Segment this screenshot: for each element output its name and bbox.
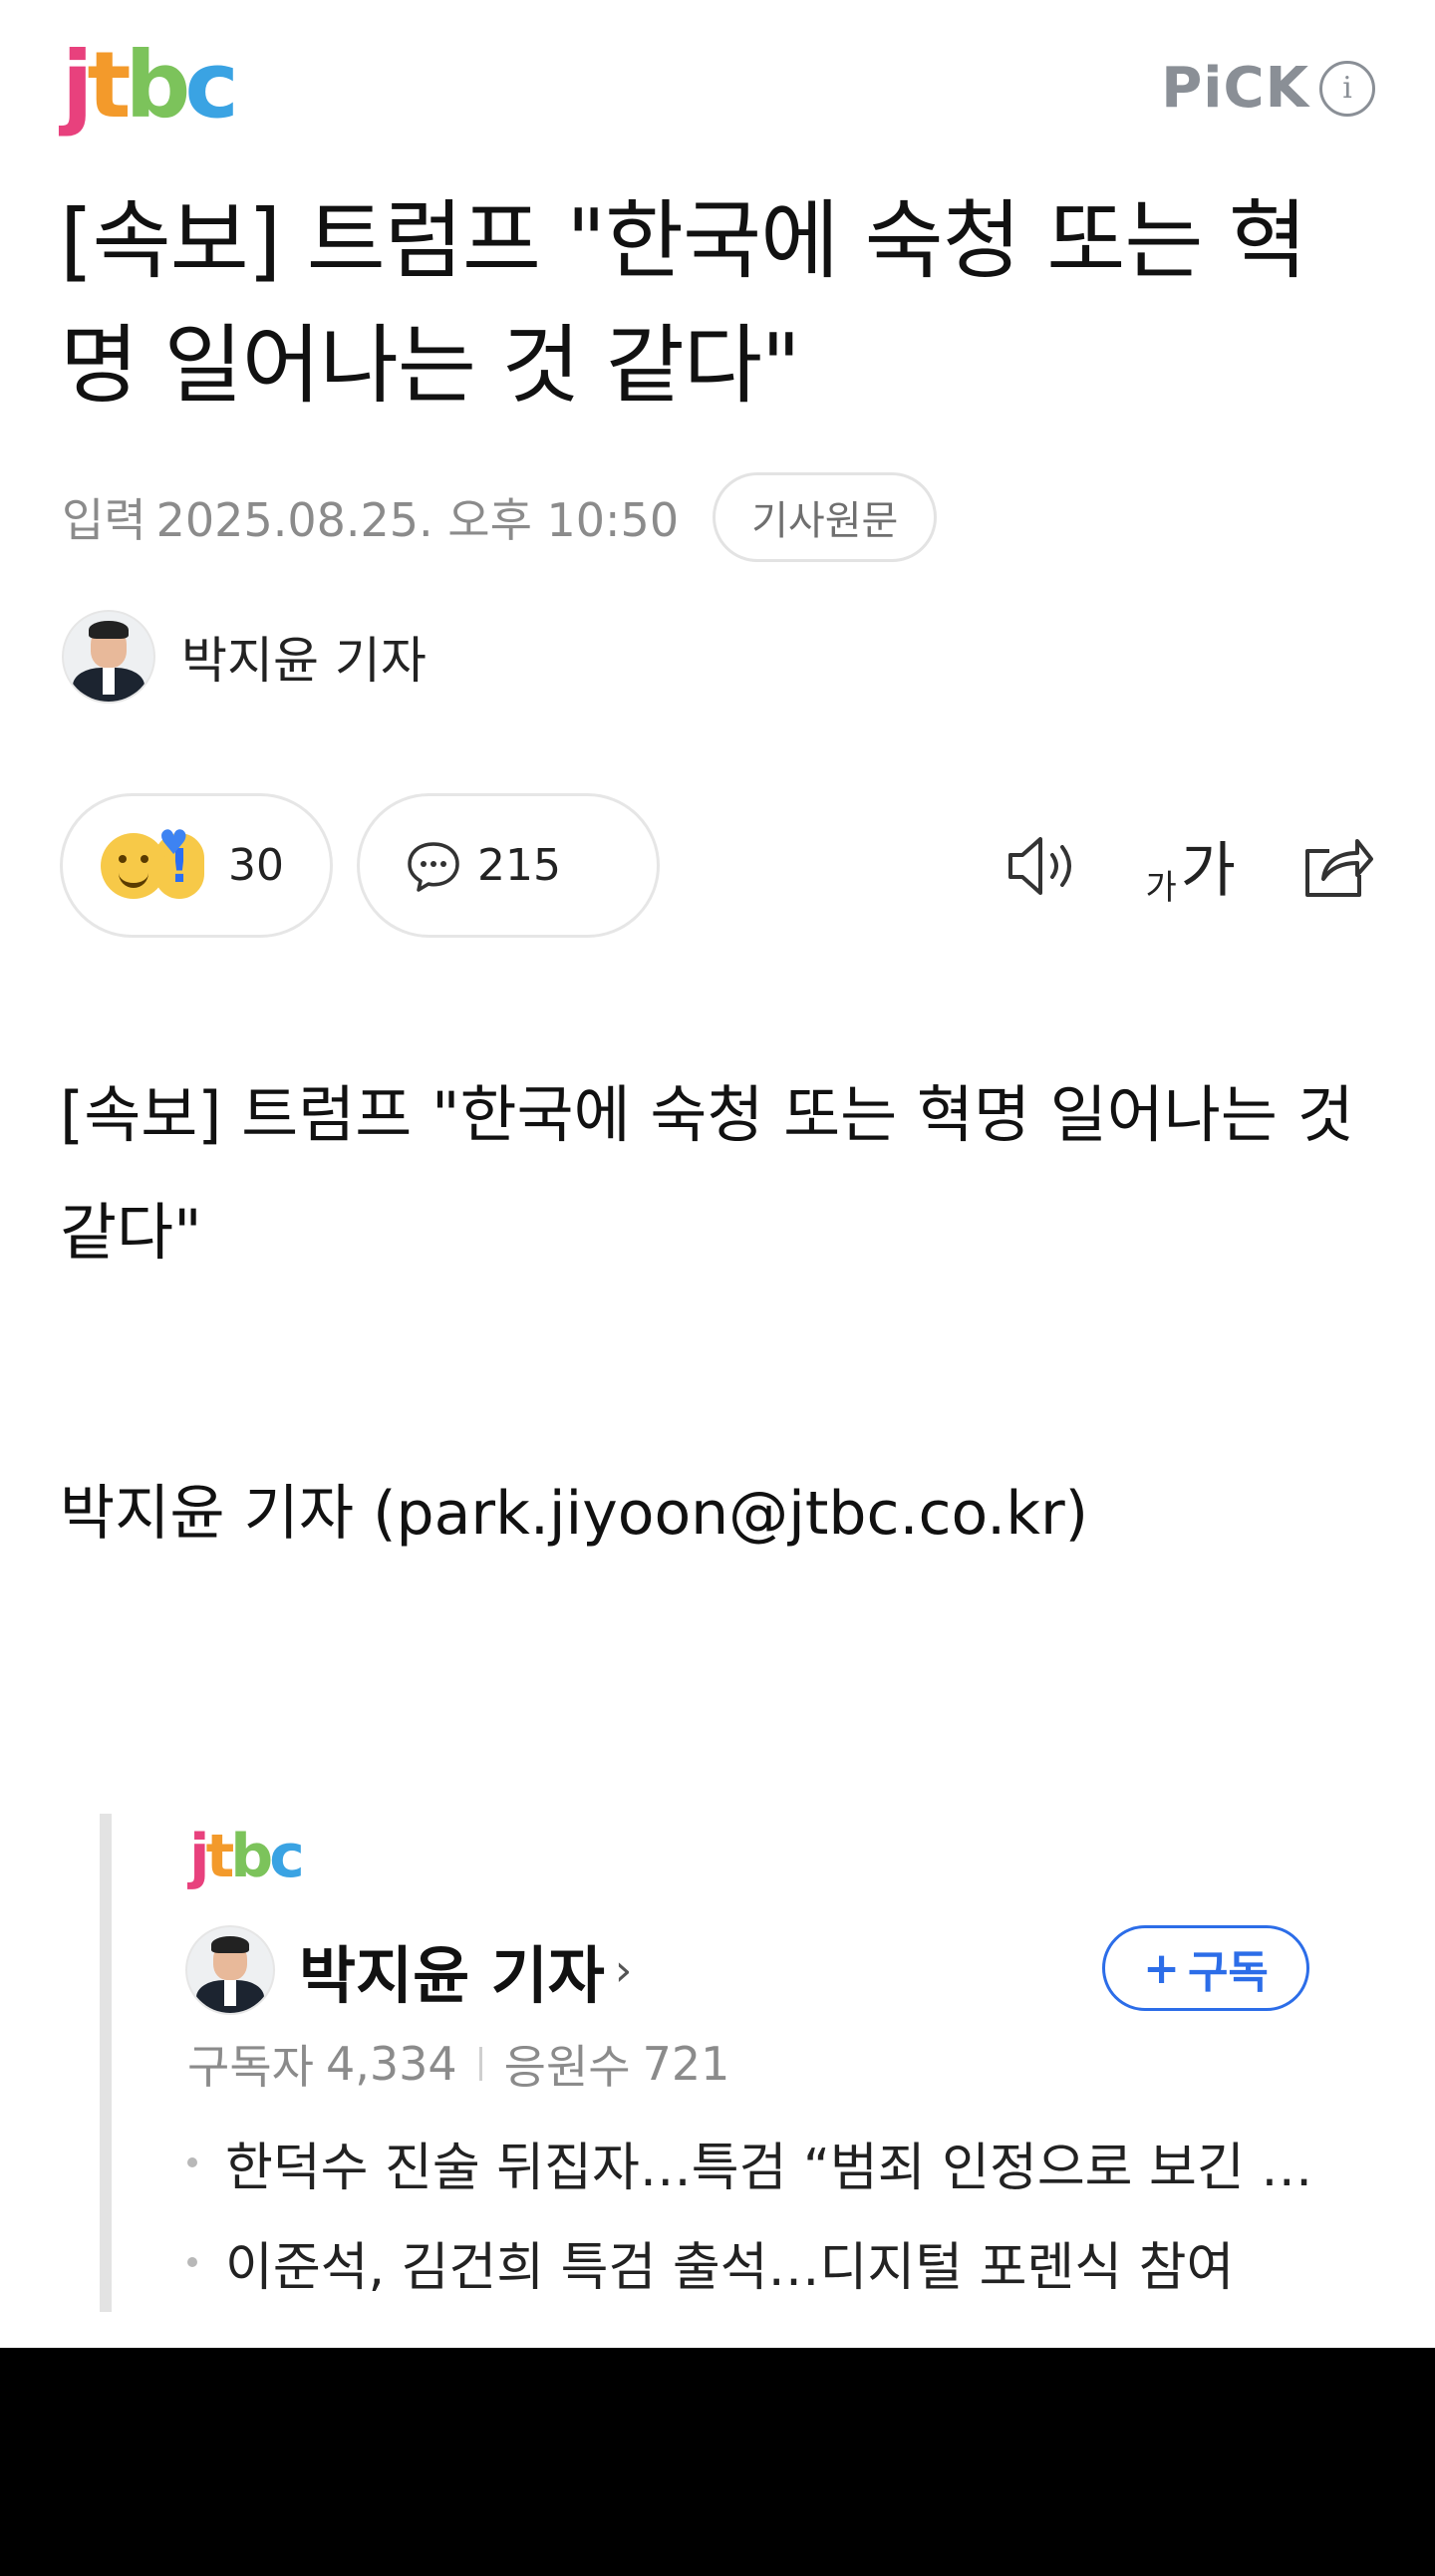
font-size-small-label: 가: [1145, 868, 1177, 908]
article-headline: [속보] 트럼프 "한국에 숙청 또는 혁명 일어나는 것 같다": [60, 191, 1307, 416]
logo-letter-t: t: [87, 32, 132, 139]
smile-emoji-icon: [101, 832, 166, 899]
card-logo-letter-j: j: [189, 1822, 209, 1891]
share-icon: [1305, 838, 1373, 897]
publish-date: 2025.08.25. 오후 10:50: [155, 493, 680, 547]
font-size-button[interactable]: 가 가: [1146, 822, 1236, 909]
article-meta: 입력 2025.08.25. 오후 10:50 기사원문: [62, 472, 938, 562]
cheers-label: 응원수: [503, 2040, 631, 2094]
reporter-stats: 구독자 4,334 응원수 721: [187, 2031, 729, 2097]
share-button[interactable]: [1299, 831, 1375, 901]
list-item[interactable]: 한덕수 진술 뒤집자…특검 “범죄 인정으로 보긴 모...: [187, 2113, 1343, 2212]
article-link-text: 이준석, 김건희 특검 출석…디지털 포렌식 참여: [225, 2237, 1235, 2298]
reporter-avatar: [62, 610, 155, 704]
card-logo-letter-c: c: [269, 1822, 305, 1891]
chevron-right-icon: ›: [614, 1944, 633, 1996]
list-item[interactable]: 이준석, 김건희 특검 출석…디지털 포렌식 참여: [187, 2212, 1343, 2312]
pick-badge[interactable]: PiCK i: [1161, 56, 1375, 121]
subscribers-count: 4,334: [325, 2037, 457, 2091]
reaction-count: 30: [228, 840, 284, 891]
font-size-large-label: 가: [1180, 836, 1236, 906]
logo-letter-b: b: [125, 32, 191, 139]
comment-count: 215: [477, 840, 561, 891]
text-to-speech-button[interactable]: [1003, 831, 1082, 901]
bullet-icon: [187, 2257, 197, 2267]
card-reporter-link[interactable]: 박지윤 기자 ›: [185, 1925, 632, 2015]
reporter-subscription-card: j t b c 박지윤 기자 › + 구독 구독자 4,334 응원수 721: [100, 1814, 1343, 2312]
article-tools: 가 가: [1003, 793, 1375, 938]
card-reporter-name: 박지윤 기자: [299, 1939, 605, 2012]
speaker-icon: [1007, 836, 1071, 895]
subscribers-label: 구독자: [187, 2040, 314, 2094]
article-page: j t b c PiCK i [속보] 트럼프 "한국에 숙청 또는 혁명 일어…: [0, 0, 1435, 2348]
reporter-article-list: 한덕수 진술 뒤집자…특검 “범죄 인정으로 보긴 모... 이준석, 김건희 …: [187, 2113, 1343, 2312]
comment-icon: [408, 841, 459, 892]
subscribe-button[interactable]: + 구독: [1102, 1925, 1309, 2011]
bottom-blank-area: [0, 2348, 1435, 2576]
plus-icon: +: [1143, 1942, 1180, 1994]
logo-letter-j: j: [62, 32, 93, 139]
reporter-name: 박지윤 기자: [181, 632, 427, 690]
info-icon[interactable]: i: [1319, 60, 1375, 117]
comment-button[interactable]: 215: [357, 793, 660, 938]
reaction-toolbar: ♥ ! 30 215 가 가: [60, 793, 1375, 938]
article-link-text: 한덕수 진술 뒤집자…특검 “범죄 인정으로 보긴 모...: [225, 2138, 1343, 2198]
logo-letter-c: c: [184, 32, 238, 139]
subscribe-label: 구독: [1187, 1947, 1269, 1998]
card-reporter-avatar: [185, 1925, 275, 2015]
card-jtbc-logo[interactable]: j t b c: [189, 1822, 305, 1891]
input-label: 입력: [62, 493, 146, 547]
cheers-count: 721: [642, 2037, 730, 2091]
original-article-button[interactable]: 기사원문: [713, 472, 938, 562]
pick-label: PiCK: [1161, 56, 1309, 121]
jtbc-logo[interactable]: j t b c: [62, 32, 239, 139]
card-logo-letter-t: t: [205, 1822, 235, 1891]
bullet-icon: [187, 2157, 197, 2167]
article-byline: 박지윤 기자 (park.jiyoon@jtbc.co.kr): [60, 1479, 1089, 1549]
stats-divider: [478, 2047, 482, 2081]
reaction-button[interactable]: ♥ ! 30: [60, 793, 333, 938]
reporter-info[interactable]: 박지윤 기자: [62, 610, 427, 704]
heart-icon: ♥: [158, 823, 189, 863]
article-body: [속보] 트럼프 "한국에 숙청 또는 혁명 일어나는 것 같다": [60, 1078, 1354, 1269]
card-logo-letter-b: b: [230, 1822, 273, 1891]
